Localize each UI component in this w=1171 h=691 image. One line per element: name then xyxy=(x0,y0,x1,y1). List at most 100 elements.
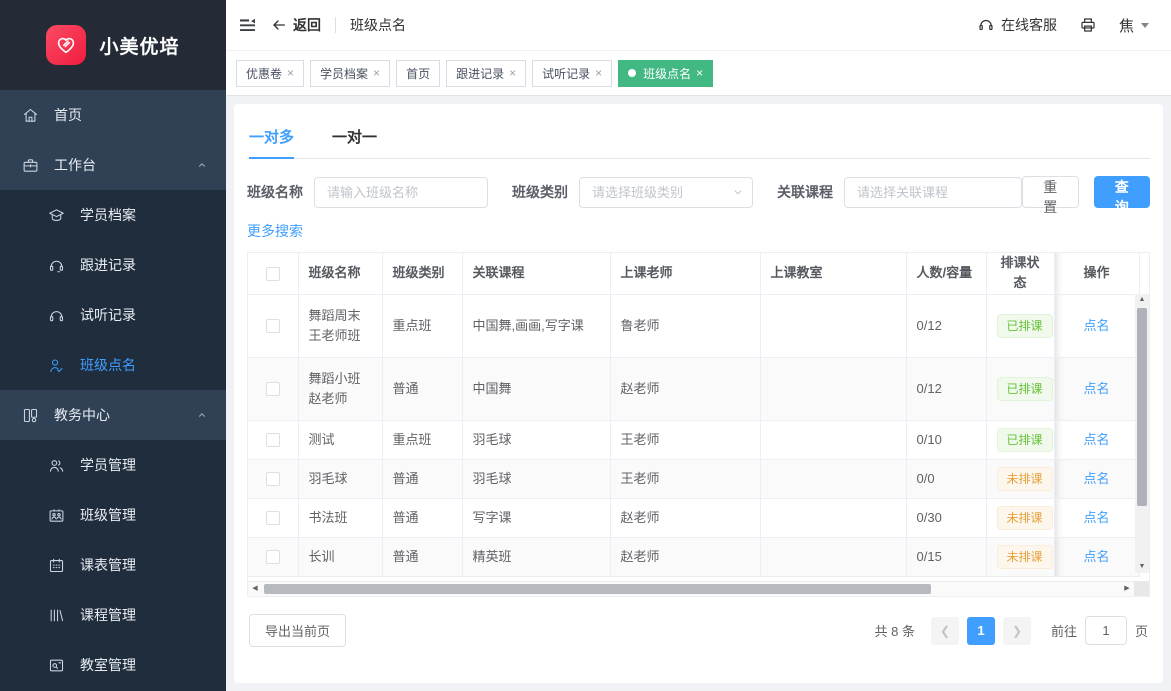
back-button[interactable]: 返回 xyxy=(271,15,321,35)
sidebar-item-course-manage[interactable]: 课程管理 xyxy=(0,590,226,640)
roll-call-link[interactable]: 点名 xyxy=(1083,510,1109,525)
col-header-courses: 关联课程 xyxy=(462,253,610,294)
tag-follow-records[interactable]: 跟进记录× xyxy=(446,60,526,87)
close-icon[interactable]: × xyxy=(287,67,294,79)
sidebar-item-label: 教务中心 xyxy=(54,405,110,425)
tab-one-to-one[interactable]: 一对一 xyxy=(332,126,377,159)
row-checkbox[interactable] xyxy=(266,433,280,447)
table-row: 舞蹈周末王老师班 重点班 中国舞,画画,写字课 鲁老师 0/12 已排课 点名 xyxy=(248,294,1139,357)
caret-down-icon xyxy=(1141,23,1149,28)
sidebar-item-class-manage[interactable]: 班级管理 xyxy=(0,490,226,540)
page-unit-label: 页 xyxy=(1135,621,1148,640)
people-icon xyxy=(48,457,65,474)
scroll-up-icon[interactable]: ▲ xyxy=(1139,294,1146,306)
status-badge: 已排课 xyxy=(997,377,1053,401)
tag-roll-call-active[interactable]: 班级点名× xyxy=(618,60,713,87)
page-title: 班级点名 xyxy=(350,15,406,35)
sidebar-item-audition-records[interactable]: 试听记录 xyxy=(0,290,226,340)
page-number-button[interactable]: 1 xyxy=(967,617,995,645)
brand-logo[interactable]: 小美优培 xyxy=(0,0,226,90)
course-input[interactable] xyxy=(844,177,1022,208)
scrollbar-corner xyxy=(1134,581,1149,596)
filter-bar: 班级名称 班级类别 关联课程 重置 查询 xyxy=(247,176,1150,208)
menu-fold-icon[interactable] xyxy=(238,16,257,35)
status-badge: 未排课 xyxy=(997,545,1053,569)
view-tabs: 一对多 一对一 xyxy=(247,126,1150,159)
sidebar-item-timetable-manage[interactable]: 课表管理 xyxy=(0,540,226,590)
horizontal-scrollbar[interactable]: ◀ ▶ xyxy=(248,581,1149,596)
online-service-button[interactable]: 在线客服 xyxy=(977,15,1057,35)
row-checkbox[interactable] xyxy=(266,472,280,486)
sidebar-item-follow-records[interactable]: 跟进记录 xyxy=(0,240,226,290)
export-current-page-button[interactable]: 导出当前页 xyxy=(249,614,346,647)
table-row: 测试 重点班 羽毛球 王老师 0/10 已排课 点名 xyxy=(248,420,1139,459)
table-row: 长训 普通 精英班 赵老师 0/15 未排课 点名 xyxy=(248,537,1139,576)
user-menu[interactable]: 焦 xyxy=(1119,15,1149,36)
status-badge: 未排课 xyxy=(997,467,1053,491)
tag-audition-records[interactable]: 试听记录× xyxy=(532,60,612,87)
goto-page-input[interactable] xyxy=(1085,616,1127,645)
sidebar-item-classroom-manage[interactable]: 教室管理 xyxy=(0,640,226,690)
class-name-label: 班级名称 xyxy=(247,182,303,202)
status-badge: 已排课 xyxy=(997,314,1053,338)
close-icon[interactable]: × xyxy=(595,67,602,79)
main-column: 返回 班级点名 在线客服 焦 优惠卷× xyxy=(226,0,1171,691)
brand-title: 小美优培 xyxy=(99,32,179,59)
sidebar: 小美优培 首页 工作台 学员档案 跟进记录 试听记录 xyxy=(0,0,226,691)
pagination: 共 8 条 ❮ 1 ❯ 前往 页 xyxy=(875,616,1149,645)
sidebar-menu: 首页 工作台 学员档案 跟进记录 试听记录 班级点名 xyxy=(0,90,226,691)
select-all-checkbox[interactable] xyxy=(266,267,280,281)
chevron-up-icon xyxy=(196,409,208,421)
roll-call-link[interactable]: 点名 xyxy=(1083,318,1109,333)
roll-call-link[interactable]: 点名 xyxy=(1083,471,1109,486)
more-search-link[interactable]: 更多搜索 xyxy=(247,221,303,241)
course-label: 关联课程 xyxy=(777,182,833,202)
roll-call-link[interactable]: 点名 xyxy=(1083,549,1109,564)
roll-call-link[interactable]: 点名 xyxy=(1083,432,1109,447)
table-row: 书法班 普通 写字课 赵老师 0/30 未排课 点名 xyxy=(248,498,1139,537)
row-checkbox[interactable] xyxy=(266,550,280,564)
tag-coupon[interactable]: 优惠卷× xyxy=(236,60,304,87)
close-icon[interactable]: × xyxy=(696,67,703,79)
sidebar-item-label: 教室管理 xyxy=(80,655,136,675)
arrow-left-icon xyxy=(271,17,287,33)
scroll-down-icon[interactable]: ▼ xyxy=(1139,561,1146,573)
sidebar-item-home[interactable]: 首页 xyxy=(0,90,226,140)
status-badge: 未排课 xyxy=(997,506,1053,530)
class-type-select-input[interactable] xyxy=(579,177,753,208)
row-checkbox[interactable] xyxy=(266,382,280,396)
sidebar-item-academic-center[interactable]: 教务中心 xyxy=(0,390,226,440)
prev-page-button[interactable]: ❮ xyxy=(931,617,959,645)
search-button[interactable]: 查询 xyxy=(1094,176,1151,208)
sidebar-item-label: 班级点名 xyxy=(80,355,136,375)
reset-button[interactable]: 重置 xyxy=(1022,176,1079,208)
user-name: 焦 xyxy=(1119,15,1134,36)
sidebar-item-roll-call[interactable]: 班级点名 xyxy=(0,340,226,390)
tag-student-archive[interactable]: 学员档案× xyxy=(310,60,390,87)
sidebar-item-workbench[interactable]: 工作台 xyxy=(0,140,226,190)
row-checkbox[interactable] xyxy=(266,511,280,525)
class-table: 班级名称 班级类别 关联课程 上课老师 上课教室 人数/容量 排课状态 操作 xyxy=(247,252,1150,597)
close-icon[interactable]: × xyxy=(509,67,516,79)
chevron-up-icon xyxy=(196,159,208,171)
tag-home[interactable]: 首页 xyxy=(396,60,440,87)
scroll-right-icon[interactable]: ▶ xyxy=(1120,582,1134,596)
class-name-input[interactable] xyxy=(314,177,488,208)
table-row: 舞蹈小班赵老师 普通 中国舞 赵老师 0/12 已排课 点名 xyxy=(248,357,1139,420)
class-type-select[interactable] xyxy=(579,177,753,208)
row-checkbox[interactable] xyxy=(266,319,280,333)
horizontal-scroll-thumb[interactable] xyxy=(264,584,931,594)
sidebar-item-student-manage[interactable]: 学员管理 xyxy=(0,440,226,490)
scroll-left-icon[interactable]: ◀ xyxy=(248,582,262,596)
panels-gear-icon xyxy=(22,407,39,424)
col-header-status: 排课状态 xyxy=(986,253,1054,294)
sidebar-item-student-archive[interactable]: 学员档案 xyxy=(0,190,226,240)
tab-one-to-many[interactable]: 一对多 xyxy=(249,126,294,159)
next-page-button[interactable]: ❯ xyxy=(1003,617,1031,645)
roll-call-link[interactable]: 点名 xyxy=(1083,381,1109,396)
printer-icon[interactable] xyxy=(1079,16,1097,34)
vertical-scroll-thumb[interactable] xyxy=(1137,308,1147,506)
navbar-left: 返回 班级点名 xyxy=(238,15,406,35)
vertical-scrollbar[interactable]: ▲ ▼ xyxy=(1135,294,1149,573)
close-icon[interactable]: × xyxy=(373,67,380,79)
